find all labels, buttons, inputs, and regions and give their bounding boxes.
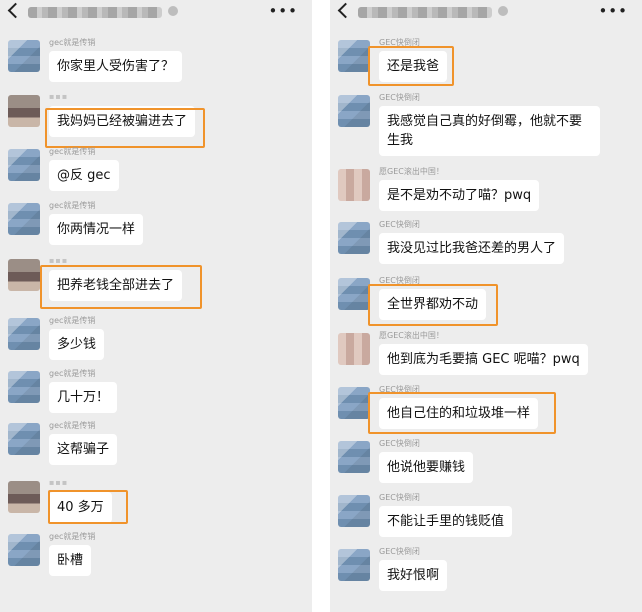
avatar[interactable]: [338, 441, 370, 473]
more-dots-icon[interactable]: •••: [598, 4, 628, 19]
chat-header: •••: [330, 0, 642, 26]
blurred-chat-title: [28, 6, 178, 18]
message-bubble[interactable]: @反 gec: [49, 160, 119, 191]
message-bubble[interactable]: 他说他要赚钱: [379, 452, 474, 483]
avatar[interactable]: [338, 40, 370, 72]
sender-name: GEC快倒闭: [379, 93, 420, 102]
left-chat-screenshot: ••• gec就是传销 你家里人受伤害了？ ▪▪▪ 我妈妈已经被骗进去了 gec…: [0, 0, 312, 612]
message-bubble[interactable]: 你家里人受伤害了？: [49, 51, 183, 82]
chevron-left-icon[interactable]: [7, 2, 24, 19]
message-bubble[interactable]: 我感觉自己真的好倒霉，他就不要生我: [379, 106, 600, 156]
avatar[interactable]: [8, 534, 40, 566]
right-chat-screenshot: ••• GEC快倒闭 还是我爸 GEC快倒闭 我感觉自己真的好倒霉，他就不要生我…: [330, 0, 642, 612]
blurred-chat-title: [358, 6, 508, 18]
message-bubble[interactable]: 是不是劝不动了喵？pwq: [379, 180, 540, 211]
sender-name: gec就是传销: [49, 147, 96, 156]
sender-name: gec就是传销: [49, 421, 96, 430]
sender-name: 愿GEC滚出中国！: [379, 167, 444, 176]
message-bubble[interactable]: 不能让手里的钱贬值: [379, 506, 513, 537]
avatar[interactable]: [338, 95, 370, 127]
highlight-box: [368, 46, 454, 86]
sender-name-blurred: ▪▪▪: [49, 478, 69, 487]
highlight-box: [368, 392, 556, 434]
avatar[interactable]: [8, 203, 40, 235]
avatar[interactable]: [8, 371, 40, 403]
message-bubble[interactable]: 他到底为毛要搞 GEC 呢喵？pwq: [379, 344, 588, 375]
avatar[interactable]: [8, 259, 40, 291]
sender-name: gec就是传销: [49, 369, 96, 378]
avatar[interactable]: [8, 149, 40, 181]
sender-name: gec就是传销: [49, 38, 96, 47]
sender-name: 愿GEC滚出中国！: [379, 331, 444, 340]
sender-name: gec就是传销: [49, 201, 96, 210]
avatar[interactable]: [8, 40, 40, 72]
message-bubble[interactable]: 几十万！: [49, 382, 118, 413]
avatar[interactable]: [338, 222, 370, 254]
avatar[interactable]: [338, 387, 370, 419]
more-dots-icon[interactable]: •••: [268, 4, 298, 19]
avatar[interactable]: [8, 318, 40, 350]
message-bubble[interactable]: 多少钱: [49, 329, 105, 360]
highlight-box: [45, 108, 205, 148]
avatar[interactable]: [8, 423, 40, 455]
sender-name-blurred: ▪▪▪: [49, 256, 69, 265]
avatar[interactable]: [338, 278, 370, 310]
avatar[interactable]: [338, 333, 370, 365]
highlight-box: [48, 490, 128, 524]
avatar[interactable]: [8, 481, 40, 513]
sender-name-blurred: ▪▪▪: [49, 92, 69, 101]
message-bubble[interactable]: 你两情况一样: [49, 214, 144, 245]
sender-name: gec就是传销: [49, 532, 96, 541]
avatar[interactable]: [8, 95, 40, 127]
avatar[interactable]: [338, 495, 370, 527]
avatar[interactable]: [338, 549, 370, 581]
sender-name: GEC快倒闭: [379, 547, 420, 556]
highlight-box: [368, 284, 498, 326]
avatar[interactable]: [338, 169, 370, 201]
message-bubble[interactable]: 卧槽: [49, 545, 92, 576]
chevron-left-icon[interactable]: [337, 2, 354, 19]
message-bubble[interactable]: 我好恨啊: [379, 560, 448, 591]
sender-name: GEC快倒闭: [379, 220, 420, 229]
message-bubble[interactable]: 这帮骗子: [49, 434, 118, 465]
sender-name: GEC快倒闭: [379, 493, 420, 502]
chat-header: •••: [0, 0, 312, 26]
message-bubble[interactable]: 我没见过比我爸还差的男人了: [379, 233, 565, 264]
highlight-box: [40, 265, 202, 309]
sender-name: GEC快倒闭: [379, 439, 420, 448]
sender-name: gec就是传销: [49, 316, 96, 325]
